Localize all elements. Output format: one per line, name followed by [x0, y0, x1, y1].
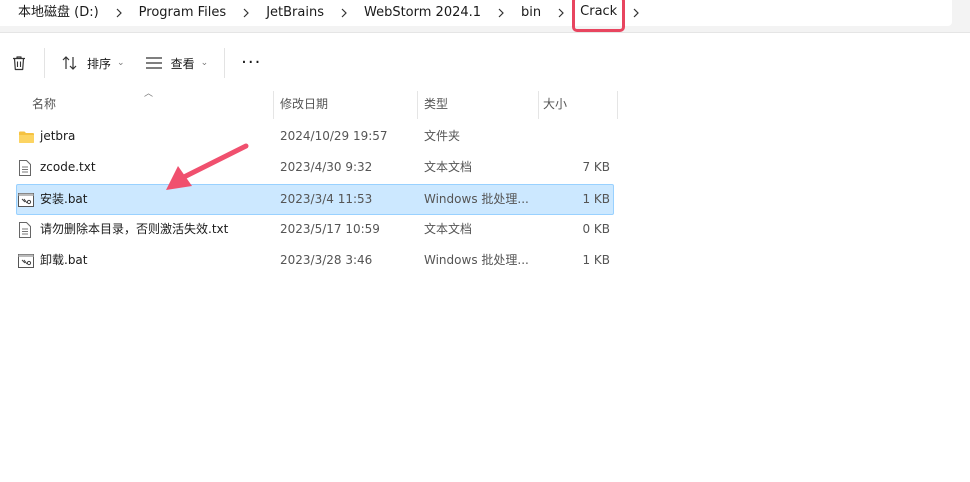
command-bar: 排序 ⌄ 查看 ⌄ ··· — [0, 38, 970, 88]
column-header-date[interactable]: 修改日期 — [273, 91, 418, 119]
column-header-type[interactable]: 类型 — [417, 91, 539, 119]
file-type: Windows 批处理... — [424, 253, 529, 267]
file-name: 安装.bat — [40, 192, 88, 206]
file-row[interactable]: zcode.txt 2023/4/30 9:32 文本文档 7 KB — [16, 153, 614, 184]
chevron-right-icon[interactable] — [547, 8, 575, 18]
file-name-cell: 安装.bat — [18, 185, 88, 214]
column-header-row: 名称 修改日期 类型 大小 — [0, 91, 970, 119]
toolbar-divider — [224, 48, 226, 78]
file-type: Windows 批处理... — [424, 192, 529, 206]
file-size: 0 KB — [582, 222, 610, 236]
address-bar[interactable]: 本地磁盘 (D:) Program Files JetBrains WebSto… — [0, 0, 970, 33]
file-date: 2023/5/17 10:59 — [280, 222, 380, 236]
breadcrumb-item-jetbrains[interactable]: JetBrains — [260, 0, 330, 26]
chevron-right-icon[interactable] — [622, 8, 650, 18]
toolbar-divider — [44, 48, 45, 78]
folder-icon — [18, 130, 36, 144]
view-list-icon — [145, 56, 163, 70]
sort-icon — [61, 55, 79, 71]
chevron-right-icon[interactable] — [330, 8, 358, 18]
file-name-cell: 卸载.bat — [18, 246, 88, 275]
file-name-cell: 请勿删除本目录，否则激活失效.txt — [18, 215, 228, 244]
file-date: 2023/4/30 9:32 — [280, 160, 373, 174]
file-row[interactable]: 请勿删除本目录，否则激活失效.txt 2023/5/17 10:59 文本文档 … — [16, 215, 614, 246]
file-type: 文本文档 — [424, 222, 473, 236]
view-label: 查看 — [170, 56, 195, 71]
more-icon: ··· — [241, 52, 262, 73]
sort-button[interactable]: 排序 ⌄ — [51, 47, 135, 79]
file-type: 文件夹 — [424, 129, 461, 143]
breadcrumb-item-crack[interactable]: Crack — [572, 0, 626, 32]
file-size: 1 KB — [582, 192, 610, 206]
batch-file-icon — [18, 192, 36, 207]
text-file-icon — [18, 221, 36, 238]
file-list: jetbra 2024/10/29 19:57 文件夹 zcode.txt 20… — [16, 122, 614, 277]
batch-file-icon — [18, 253, 36, 268]
file-row[interactable]: 卸载.bat 2023/3/28 3:46 Windows 批处理... 1 K… — [16, 246, 614, 277]
address-box[interactable]: 本地磁盘 (D:) Program Files JetBrains WebSto… — [0, 0, 952, 32]
breadcrumb-item-webstorm[interactable]: WebStorm 2024.1 — [358, 0, 487, 26]
more-options-button[interactable]: ··· — [231, 47, 271, 79]
column-header-name[interactable]: 名称 — [25, 91, 274, 119]
chevron-right-icon[interactable] — [487, 8, 515, 18]
file-date: 2023/3/28 3:46 — [280, 253, 373, 267]
column-header-size[interactable]: 大小 — [536, 91, 618, 119]
file-name-cell: jetbra — [18, 122, 75, 151]
file-date: 2023/3/4 11:53 — [280, 192, 373, 206]
file-name: zcode.txt — [40, 160, 96, 174]
trash-icon — [10, 54, 28, 72]
chevron-right-icon[interactable] — [232, 8, 260, 18]
chevron-down-icon: ⌄ — [117, 58, 125, 68]
file-row[interactable]: jetbra 2024/10/29 19:57 文件夹 — [16, 122, 614, 153]
file-row-selected[interactable]: 安装.bat 2023/3/4 11:53 Windows 批处理... 1 K… — [16, 184, 614, 215]
sort-label: 排序 — [87, 56, 112, 71]
view-button[interactable]: 查看 ⌄ — [135, 47, 219, 79]
delete-button[interactable] — [0, 47, 38, 79]
file-name: 请勿删除本目录，否则激活失效.txt — [40, 222, 229, 236]
breadcrumb-item-bin[interactable]: bin — [515, 0, 547, 26]
file-name: jetbra — [40, 129, 76, 143]
chevron-down-icon: ⌄ — [200, 58, 209, 68]
file-name-cell: zcode.txt — [18, 153, 96, 182]
file-size: 1 KB — [582, 253, 610, 267]
breadcrumb-item-drive[interactable]: 本地磁盘 (D:) — [12, 0, 105, 26]
breadcrumb-item-program-files[interactable]: Program Files — [133, 0, 233, 26]
file-type: 文本文档 — [424, 160, 473, 174]
breadcrumb: 本地磁盘 (D:) Program Files JetBrains WebSto… — [12, 0, 650, 32]
text-file-icon — [18, 159, 36, 176]
file-date: 2024/10/29 19:57 — [280, 129, 388, 143]
file-size: 7 KB — [582, 160, 610, 174]
file-name: 卸载.bat — [40, 253, 88, 267]
chevron-right-icon[interactable] — [105, 8, 133, 18]
